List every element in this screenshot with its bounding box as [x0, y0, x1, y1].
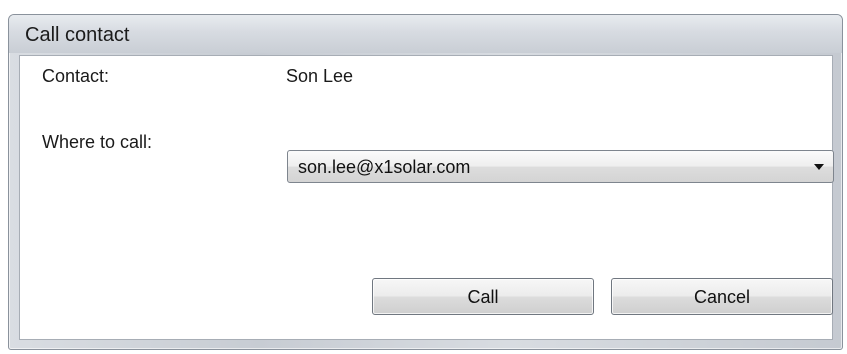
- cancel-button-label: Cancel: [693, 287, 751, 307]
- call-button[interactable]: Call: [372, 278, 594, 315]
- where-to-call-selected-value: son.lee@x1solar.com: [298, 157, 471, 177]
- call-contact-dialog: Call contact Contact: Son Lee Where to c…: [8, 14, 843, 350]
- where-to-call-label: Where to call:: [42, 132, 153, 152]
- where-to-call-select[interactable]: son.lee@x1solar.com: [287, 150, 834, 183]
- dialog-content: Contact: Son Lee Where to call: son.lee@…: [19, 55, 834, 340]
- call-button-label: Call: [467, 287, 499, 307]
- contact-value: Son Lee: [286, 66, 354, 86]
- dialog-title: Call contact: [25, 24, 130, 46]
- contact-label: Contact:: [42, 66, 110, 86]
- chevron-down-icon[interactable]: [814, 164, 824, 170]
- cancel-button[interactable]: Cancel: [611, 278, 833, 315]
- title-bar[interactable]: Call contact: [9, 15, 842, 53]
